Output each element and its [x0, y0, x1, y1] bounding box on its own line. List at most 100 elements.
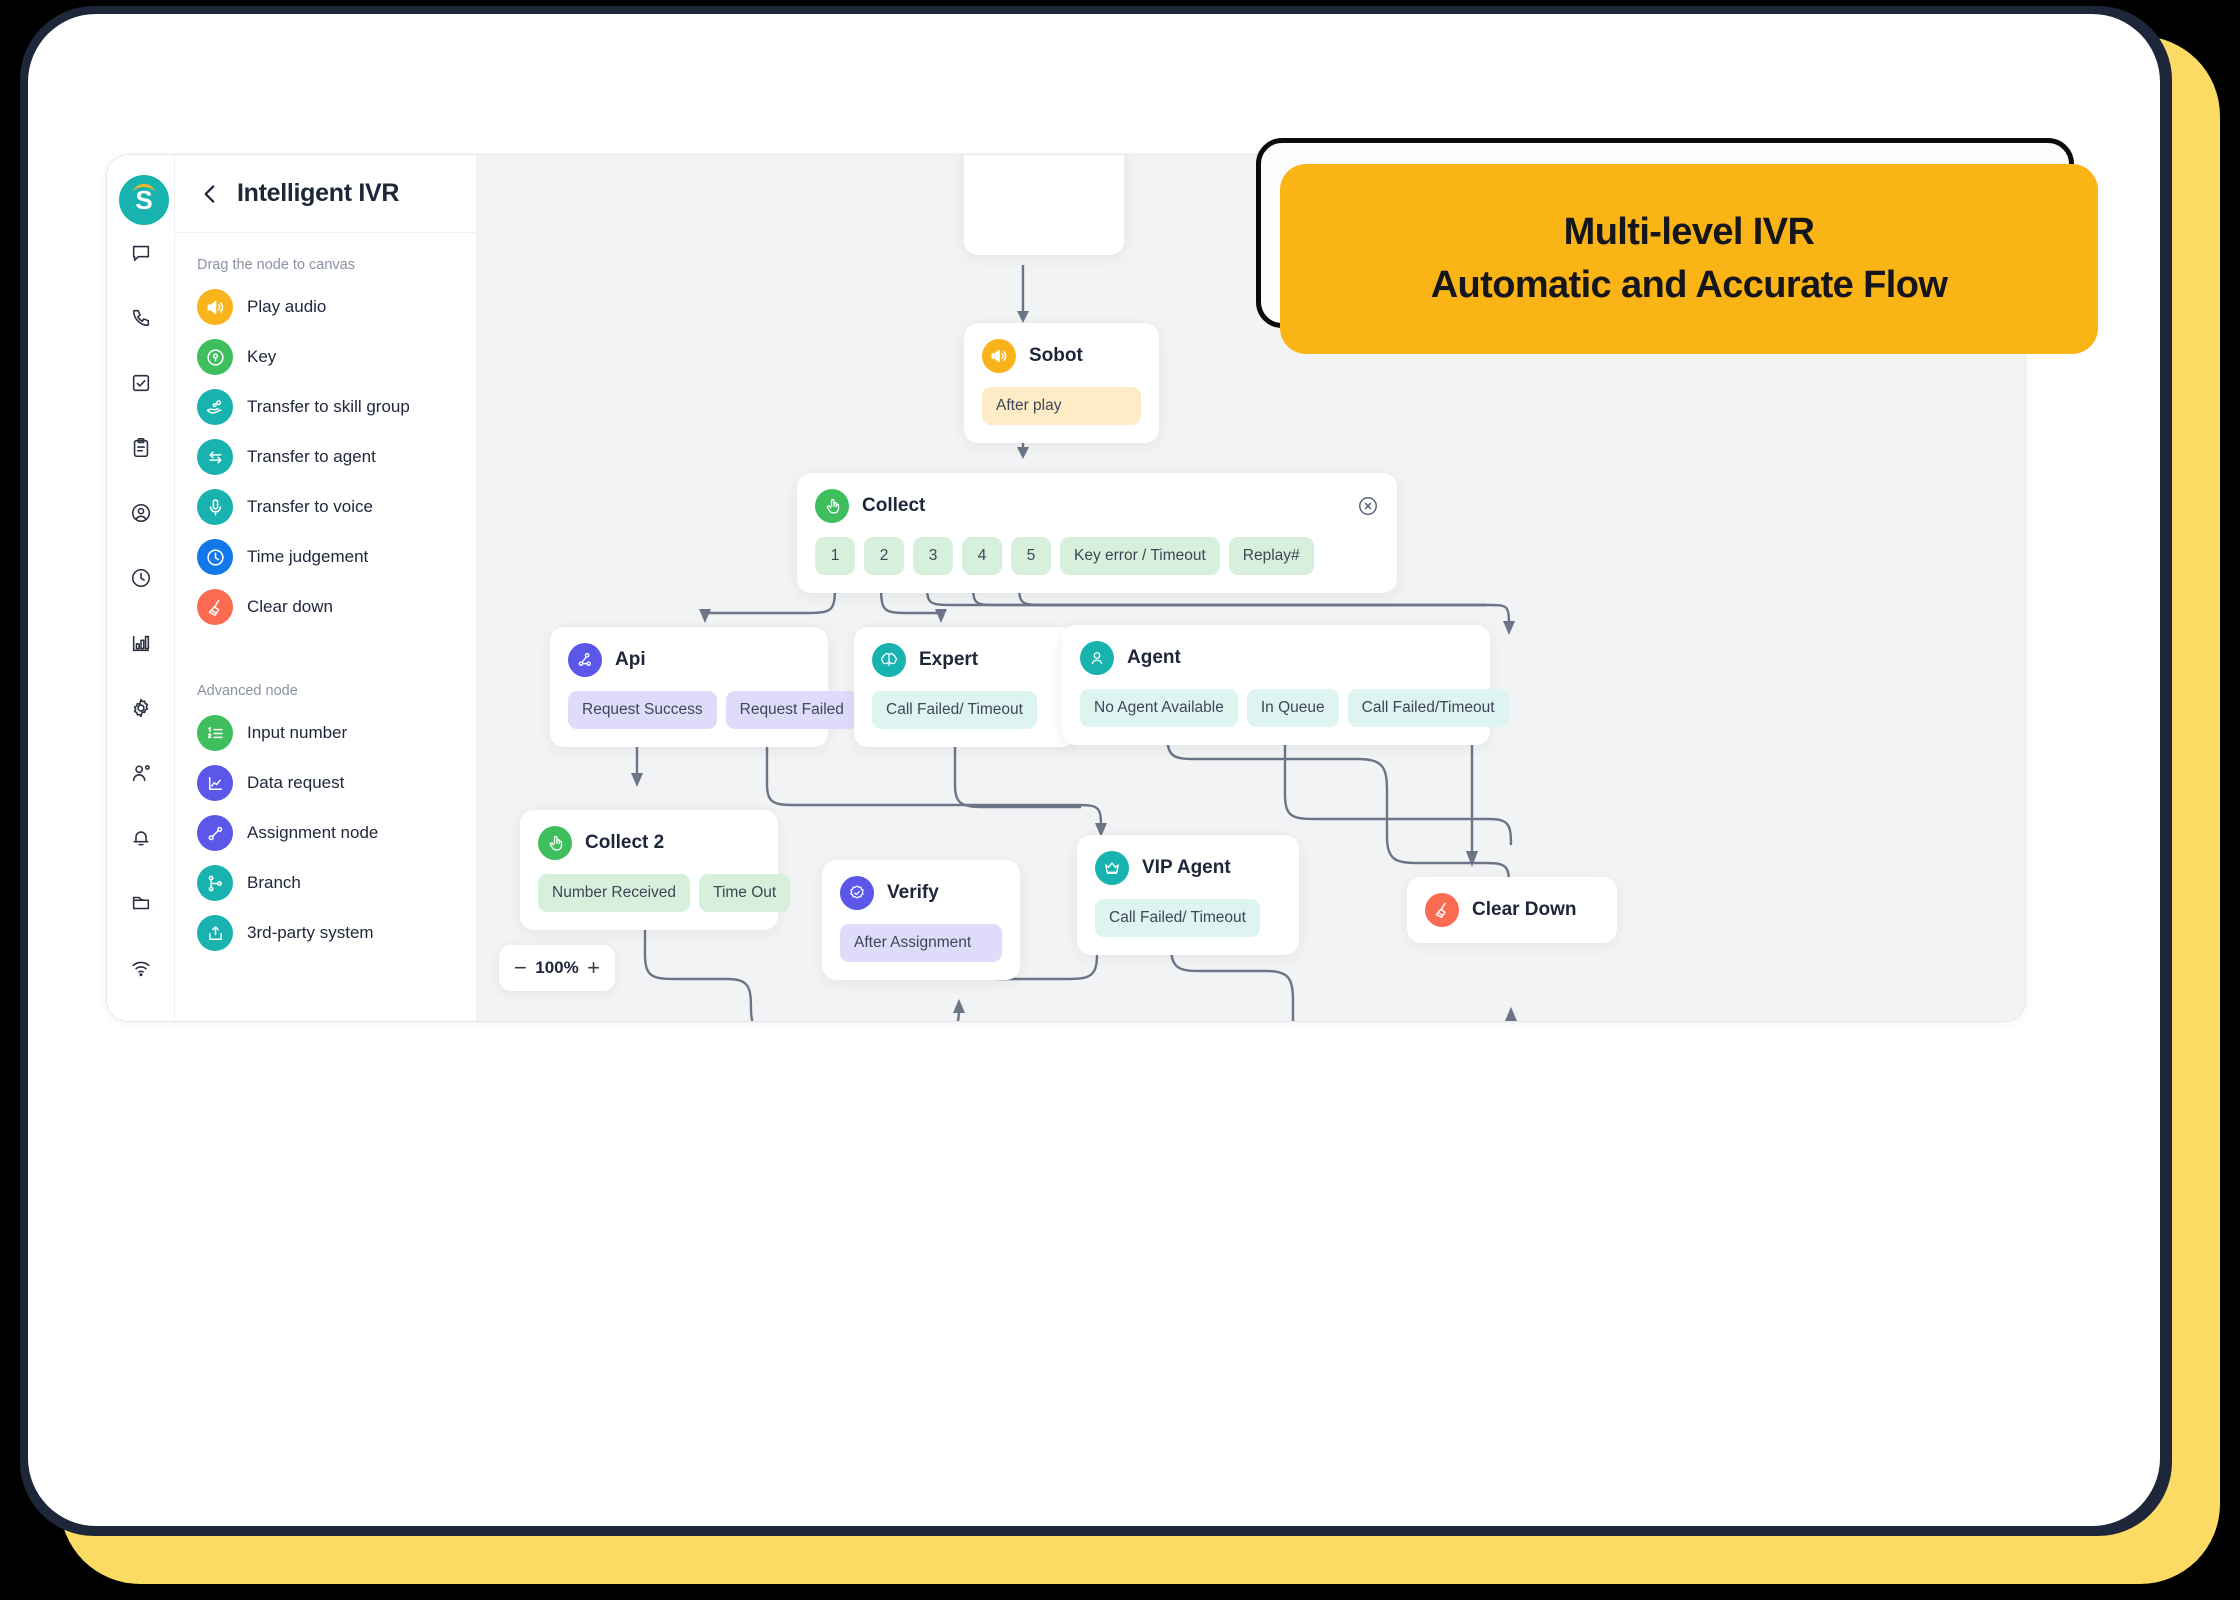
palette-node-label: Clear down: [247, 597, 333, 616]
flow-node-clear-down[interactable]: Clear Down: [1407, 877, 1617, 943]
zoom-control[interactable]: − 100% +: [499, 945, 615, 991]
broom-icon: [197, 589, 233, 625]
palette-node-label: Assignment node: [247, 823, 379, 842]
flow-node-title: Collect 2: [585, 832, 665, 853]
palette-node-transfer-voice[interactable]: Transfer to voice: [197, 489, 476, 525]
palette-node-label: Data request: [247, 773, 345, 792]
transfer-arrows-icon: [197, 439, 233, 475]
wifi-icon[interactable]: [126, 956, 156, 980]
speaker-icon: [982, 339, 1016, 373]
flow-node-vip-agent[interactable]: VIP Agent Call Failed/ Timeout: [1077, 835, 1299, 955]
microphone-icon: [197, 489, 233, 525]
bar-chart-icon[interactable]: [126, 631, 156, 655]
port-call-failed-timeout[interactable]: Call Failed/ Timeout: [1095, 899, 1260, 937]
node-link-icon: [197, 815, 233, 851]
icon-rail: [107, 155, 175, 1021]
flow-node-collect[interactable]: Collect 1 2 3 4 5 Key error / Timeout Re…: [797, 473, 1397, 593]
chevron-left-icon[interactable]: [197, 181, 223, 207]
palette-node-label: Branch: [247, 873, 301, 892]
flow-node-title: Api: [615, 649, 646, 670]
device-frame: S Intelligent IVR Drag the node to canva…: [0, 0, 2240, 1600]
zoom-level-value: 100%: [535, 958, 579, 977]
port-digit-5[interactable]: 5: [1011, 537, 1051, 575]
bell-icon[interactable]: [126, 826, 156, 850]
palette-node-3rd-party[interactable]: 3rd-party system: [197, 915, 476, 951]
user-settings-icon[interactable]: [126, 761, 156, 785]
clipboard-icon[interactable]: [126, 436, 156, 460]
flow-node-verify[interactable]: Verify After Assignment: [822, 860, 1020, 980]
checkbox-icon[interactable]: [126, 371, 156, 395]
palette-node-play-audio[interactable]: Play audio: [197, 289, 476, 325]
port-after-assignment[interactable]: After Assignment: [840, 924, 1002, 962]
callout-fill: Multi-level IVR Automatic and Accurate F…: [1280, 164, 2098, 354]
flow-node-sobot[interactable]: Sobot After play: [964, 323, 1159, 443]
callout-line-2: Automatic and Accurate Flow: [1430, 264, 1948, 306]
palette-header: S Intelligent IVR: [119, 155, 476, 233]
port-no-agent-available[interactable]: No Agent Available: [1080, 689, 1238, 727]
port-number-received[interactable]: Number Received: [538, 874, 691, 912]
flow-node-title: Collect: [862, 495, 926, 516]
zoom-out-button[interactable]: −: [514, 957, 527, 979]
speaker-icon: [197, 289, 233, 325]
callout-banner: Multi-level IVR Automatic and Accurate F…: [1256, 138, 2098, 378]
flow-node-collect-2[interactable]: Collect 2 Number Received Time Out: [520, 810, 791, 930]
palette-advanced-label: Advanced node: [197, 683, 298, 699]
folder-icon[interactable]: [126, 891, 156, 915]
chat-bubble-icon[interactable]: [126, 241, 156, 265]
verified-badge-icon: [840, 876, 874, 910]
palette-node-label: Input number: [247, 723, 348, 742]
flow-node-title: Expert: [919, 649, 979, 670]
flow-node-ports: 1 2 3 4 5 Key error / Timeout Replay#: [815, 537, 1379, 575]
flow-node-api[interactable]: Api Request Success Request Failed: [550, 627, 858, 747]
palette-node-clear-down[interactable]: Clear down: [197, 589, 476, 625]
api-icon: [568, 643, 602, 677]
flow-node-hidden-top[interactable]: [964, 155, 1124, 255]
flow-node-ports: Request Success Request Failed: [568, 691, 858, 729]
port-call-failed-timeout[interactable]: Call Failed/Timeout: [1347, 689, 1509, 727]
palette-node-label: 3rd-party system: [247, 923, 374, 942]
palette-node-transfer-skill-group[interactable]: Transfer to skill group: [197, 389, 476, 425]
user-circle-icon[interactable]: [126, 501, 156, 525]
keypad-lock-icon: [197, 339, 233, 375]
clock-icon[interactable]: [126, 566, 156, 590]
palette-node-assignment[interactable]: Assignment node: [197, 815, 476, 851]
flow-node-title: Agent: [1127, 647, 1181, 668]
port-key-error-timeout[interactable]: Key error / Timeout: [1060, 537, 1220, 575]
flow-node-expert[interactable]: Expert Call Failed/ Timeout: [854, 627, 1076, 747]
close-icon[interactable]: [1357, 495, 1379, 517]
flow-node-title: Sobot: [1029, 345, 1083, 366]
palette-node-time-judgement[interactable]: Time judgement: [197, 539, 476, 575]
flow-node-ports: Call Failed/ Timeout: [1095, 899, 1281, 937]
palette-node-branch[interactable]: Branch: [197, 865, 476, 901]
port-call-failed-timeout[interactable]: Call Failed/ Timeout: [872, 691, 1037, 729]
port-digit-3[interactable]: 3: [913, 537, 953, 575]
port-digit-2[interactable]: 2: [864, 537, 904, 575]
flow-node-title: Clear Down: [1472, 899, 1577, 920]
app-logo[interactable]: S: [119, 175, 169, 225]
port-digit-4[interactable]: 4: [962, 537, 1002, 575]
palette-node-label: Transfer to agent: [247, 447, 376, 466]
palette-node-input-number[interactable]: Input number: [197, 715, 476, 751]
port-request-failed[interactable]: Request Failed: [725, 691, 858, 729]
phone-icon[interactable]: [126, 306, 156, 330]
port-replay[interactable]: Replay#: [1228, 537, 1314, 575]
port-digit-1[interactable]: 1: [815, 537, 855, 575]
palette-node-data-request[interactable]: Data request: [197, 765, 476, 801]
palette-node-label: Key: [247, 347, 277, 366]
flow-node-agent[interactable]: Agent No Agent Available In Queue Call F…: [1062, 625, 1509, 745]
gear-icon[interactable]: [126, 696, 156, 720]
flow-node-ports: No Agent Available In Queue Call Failed/…: [1080, 689, 1509, 727]
port-time-out[interactable]: Time Out: [699, 874, 791, 912]
palette-node-transfer-agent[interactable]: Transfer to agent: [197, 439, 476, 475]
line-chart-icon: [197, 765, 233, 801]
palette-body: Drag the node to canvas Play audio Key T…: [175, 233, 476, 951]
flow-node-title: Verify: [887, 882, 939, 903]
palette-node-key[interactable]: Key: [197, 339, 476, 375]
port-after-play[interactable]: After play: [982, 387, 1141, 425]
port-request-success[interactable]: Request Success: [568, 691, 717, 729]
port-in-queue[interactable]: In Queue: [1246, 689, 1339, 727]
flow-node-ports: After play: [982, 387, 1141, 425]
clock-icon: [197, 539, 233, 575]
brain-icon: [872, 643, 906, 677]
zoom-in-button[interactable]: +: [587, 957, 600, 979]
